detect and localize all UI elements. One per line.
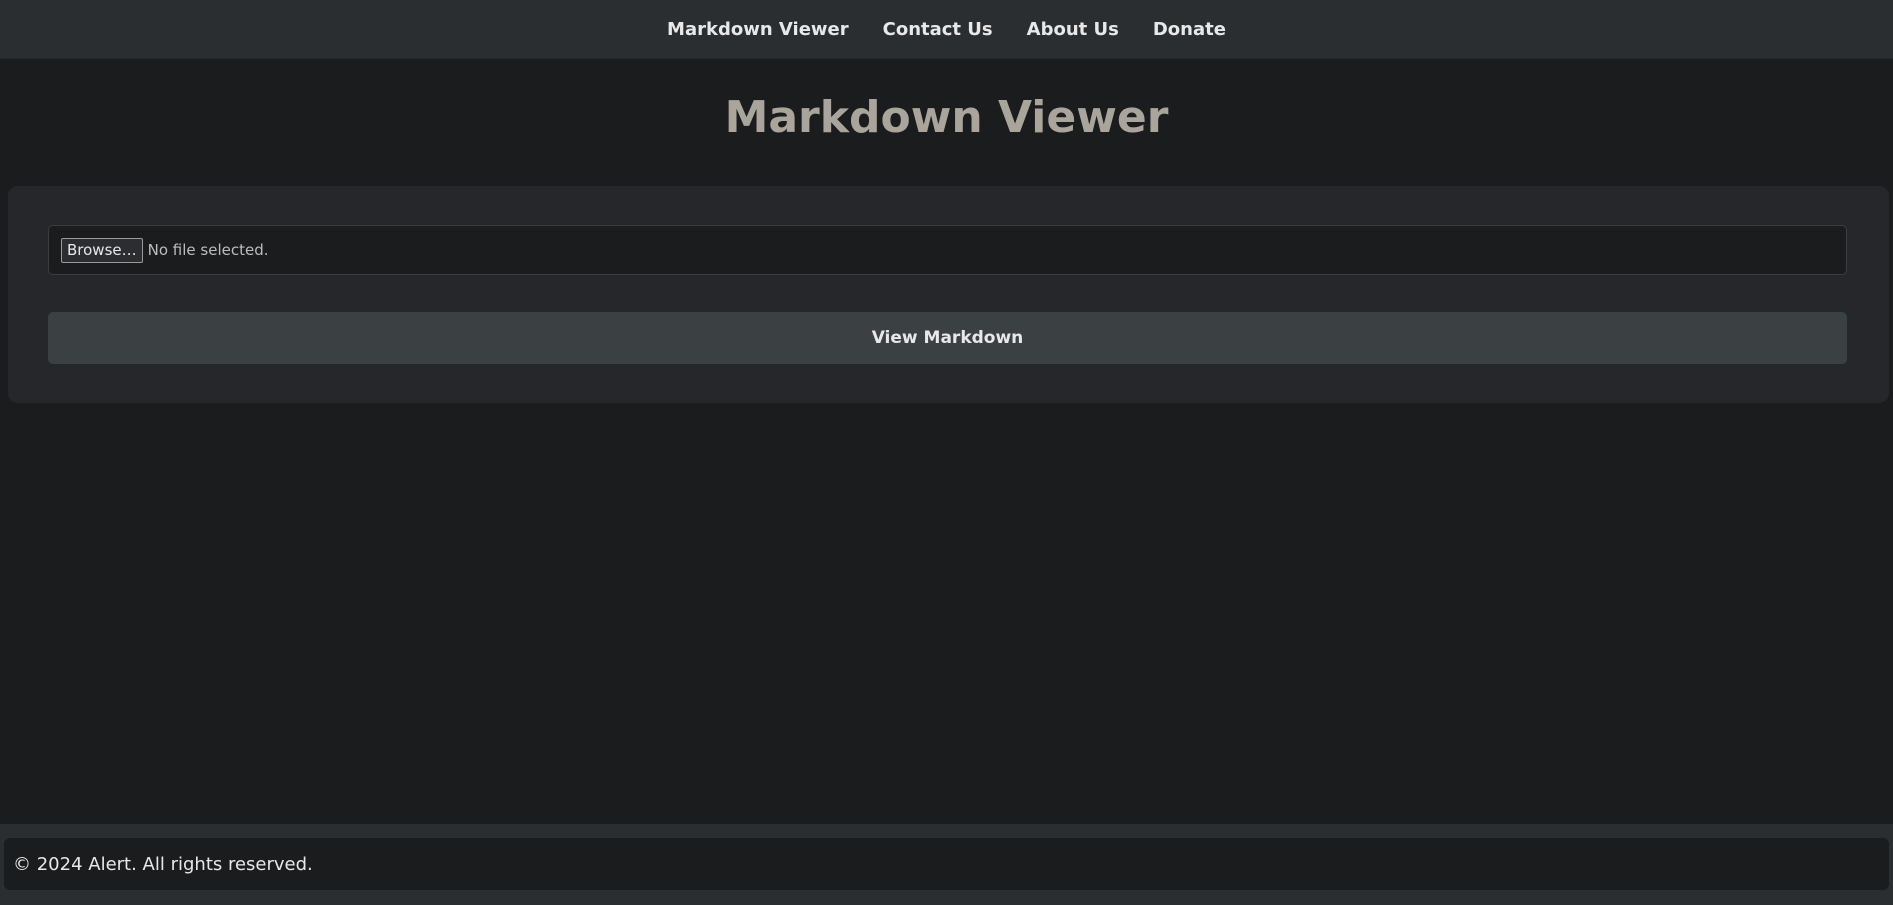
- nav-link-contact-us[interactable]: Contact Us: [866, 19, 1010, 40]
- page-title: Markdown Viewer: [724, 92, 1169, 143]
- top-navbar: Markdown Viewer Contact Us About Us Dona…: [0, 0, 1893, 59]
- file-status-text: No file selected.: [147, 241, 269, 259]
- file-input[interactable]: Browse… No file selected.: [48, 225, 1847, 275]
- nav-link-about-us[interactable]: About Us: [1010, 19, 1136, 40]
- view-markdown-button[interactable]: View Markdown: [48, 312, 1847, 364]
- footer-copyright: © 2024 Alert. All rights reserved.: [4, 838, 1889, 890]
- nav-link-markdown-viewer[interactable]: Markdown Viewer: [650, 19, 866, 40]
- footer: © 2024 Alert. All rights reserved.: [0, 824, 1893, 905]
- browse-button[interactable]: Browse…: [61, 237, 143, 263]
- nav-link-donate[interactable]: Donate: [1136, 19, 1243, 40]
- upload-card: Browse… No file selected. View Markdown: [8, 186, 1889, 403]
